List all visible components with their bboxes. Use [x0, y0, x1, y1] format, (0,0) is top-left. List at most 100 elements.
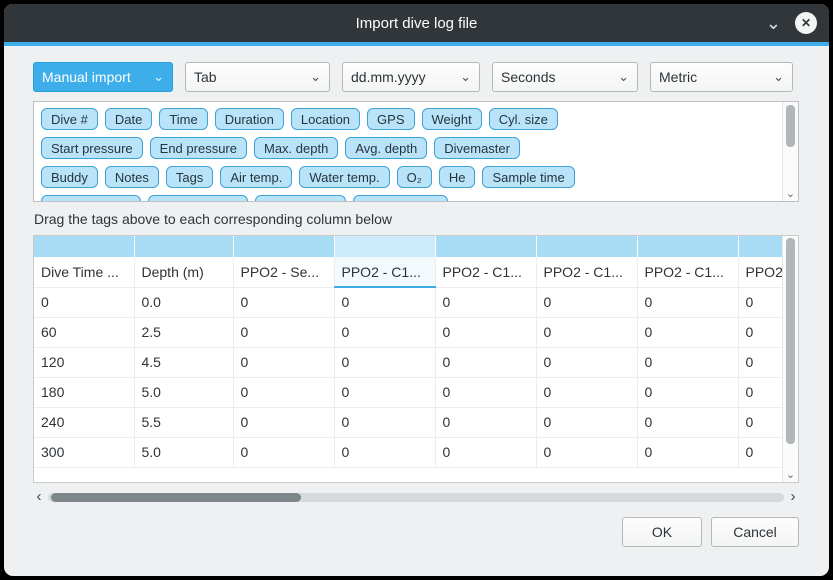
tag-sample-po[interactable]: Sample pO₂: [255, 195, 345, 202]
table-cell[interactable]: 5.0: [134, 437, 233, 467]
scroll-right-icon[interactable]: ›: [787, 490, 799, 504]
table-cell[interactable]: 0: [536, 377, 637, 407]
table-cell[interactable]: 0: [637, 287, 738, 317]
table-cell[interactable]: 0: [435, 377, 536, 407]
tag-sample-time[interactable]: Sample time: [482, 166, 574, 188]
import-mode-select[interactable]: Manual import⌄: [33, 62, 173, 92]
table-cell[interactable]: 0: [233, 377, 334, 407]
tag-gps[interactable]: GPS: [367, 108, 414, 130]
tag-area-scrollbar[interactable]: ⌄: [782, 102, 798, 201]
column-drop-target[interactable]: [134, 236, 233, 257]
horizontal-scrollbar[interactable]: ‹ ›: [33, 490, 799, 504]
column-header[interactable]: PPO2 - C1...: [536, 257, 637, 287]
tag-date[interactable]: Date: [105, 108, 152, 130]
column-header[interactable]: PPO2 - C1...: [435, 257, 536, 287]
table-cell[interactable]: 60: [34, 317, 134, 347]
table-cell[interactable]: 180: [34, 377, 134, 407]
tag-sample-depth[interactable]: Sample depth: [41, 195, 141, 202]
tag-sample-cns[interactable]: Sample CNS: [353, 195, 448, 202]
table-cell[interactable]: 300: [34, 437, 134, 467]
tag-duration[interactable]: Duration: [215, 108, 284, 130]
hscroll-handle[interactable]: [51, 493, 301, 502]
table-cell[interactable]: 0: [233, 287, 334, 317]
hscroll-track[interactable]: [48, 493, 784, 502]
tag-water-temp[interactable]: Water temp.: [299, 166, 389, 188]
table-cell[interactable]: 0: [637, 407, 738, 437]
tag-sample-temp[interactable]: Sample temp.: [148, 195, 248, 202]
tag-buddy[interactable]: Buddy: [41, 166, 98, 188]
table-cell[interactable]: 0: [334, 377, 435, 407]
tag-o[interactable]: O₂: [397, 166, 432, 188]
column-drop-target[interactable]: [233, 236, 334, 257]
table-cell[interactable]: 5.0: [134, 377, 233, 407]
table-cell[interactable]: 0: [435, 317, 536, 347]
column-drop-target[interactable]: [536, 236, 637, 257]
table-cell[interactable]: 0: [233, 347, 334, 377]
table-cell[interactable]: 0: [435, 287, 536, 317]
tag-tags[interactable]: Tags: [166, 166, 213, 188]
table-cell[interactable]: 120: [34, 347, 134, 377]
table-cell[interactable]: 240: [34, 407, 134, 437]
tag-notes[interactable]: Notes: [105, 166, 159, 188]
table-scrollbar-handle[interactable]: [786, 238, 795, 444]
table-cell[interactable]: 5.5: [134, 407, 233, 437]
tag-max-depth[interactable]: Max. depth: [254, 137, 338, 159]
table-cell[interactable]: 0: [334, 347, 435, 377]
tag-he[interactable]: He: [439, 166, 476, 188]
table-cell[interactable]: 0: [435, 347, 536, 377]
tag-scrollbar-handle[interactable]: [786, 105, 795, 147]
column-header[interactable]: PPO2 - Se...: [233, 257, 334, 287]
tag-weight[interactable]: Weight: [422, 108, 482, 130]
ok-button[interactable]: OK: [622, 517, 702, 547]
tag-divemaster[interactable]: Divemaster: [434, 137, 520, 159]
date-format-select[interactable]: dd.mm.yyyy⌄: [342, 62, 480, 92]
table-cell[interactable]: 0: [435, 437, 536, 467]
table-cell[interactable]: 2.5: [134, 317, 233, 347]
table-cell[interactable]: 0: [233, 407, 334, 437]
scroll-left-icon[interactable]: ‹: [33, 490, 45, 504]
table-cell[interactable]: 0: [334, 437, 435, 467]
field-separator-select[interactable]: Tab⌄: [185, 62, 330, 92]
tag-dive[interactable]: Dive #: [41, 108, 98, 130]
table-cell[interactable]: 0: [536, 317, 637, 347]
column-header[interactable]: Dive Time ...: [34, 257, 134, 287]
table-cell[interactable]: 0: [435, 407, 536, 437]
table-cell[interactable]: 0: [233, 317, 334, 347]
table-cell[interactable]: 0: [536, 437, 637, 467]
cancel-button[interactable]: Cancel: [711, 517, 799, 547]
table-scrollbar[interactable]: ⌄: [782, 236, 798, 482]
column-drop-target[interactable]: [435, 236, 536, 257]
chevron-down-icon[interactable]: ⌄: [766, 17, 781, 29]
column-header[interactable]: PPO2 - C1...: [334, 257, 435, 287]
close-button[interactable]: ✕: [795, 12, 817, 34]
tag-end-pressure[interactable]: End pressure: [150, 137, 247, 159]
units-select[interactable]: Metric⌄: [650, 62, 793, 92]
table-cell[interactable]: 0: [34, 287, 134, 317]
tag-avg-depth[interactable]: Avg. depth: [345, 137, 427, 159]
tag-air-temp[interactable]: Air temp.: [220, 166, 292, 188]
scroll-down-icon[interactable]: ⌄: [783, 469, 798, 481]
table-cell[interactable]: 0: [334, 287, 435, 317]
table-cell[interactable]: 0: [334, 317, 435, 347]
column-drop-target[interactable]: [334, 236, 435, 257]
table-cell[interactable]: 0.0: [134, 287, 233, 317]
table-cell[interactable]: 0: [536, 287, 637, 317]
column-drop-target[interactable]: [637, 236, 738, 257]
duration-format-select[interactable]: Seconds⌄: [492, 62, 638, 92]
column-header[interactable]: Depth (m): [134, 257, 233, 287]
table-cell[interactable]: 0: [637, 317, 738, 347]
table-cell[interactable]: 0: [536, 347, 637, 377]
table-cell[interactable]: 0: [233, 437, 334, 467]
table-cell[interactable]: 0: [637, 437, 738, 467]
tag-start-pressure[interactable]: Start pressure: [41, 137, 143, 159]
table-cell[interactable]: 0: [334, 407, 435, 437]
column-header[interactable]: PPO2 - C1...: [637, 257, 738, 287]
table-cell[interactable]: 0: [536, 407, 637, 437]
table-cell[interactable]: 0: [637, 347, 738, 377]
tag-cyl-size[interactable]: Cyl. size: [489, 108, 558, 130]
tag-time[interactable]: Time: [159, 108, 207, 130]
tag-location[interactable]: Location: [291, 108, 360, 130]
column-drop-target[interactable]: [34, 236, 134, 257]
table-cell[interactable]: 4.5: [134, 347, 233, 377]
titlebar[interactable]: Import dive log file ⌄ ✕: [4, 4, 829, 42]
